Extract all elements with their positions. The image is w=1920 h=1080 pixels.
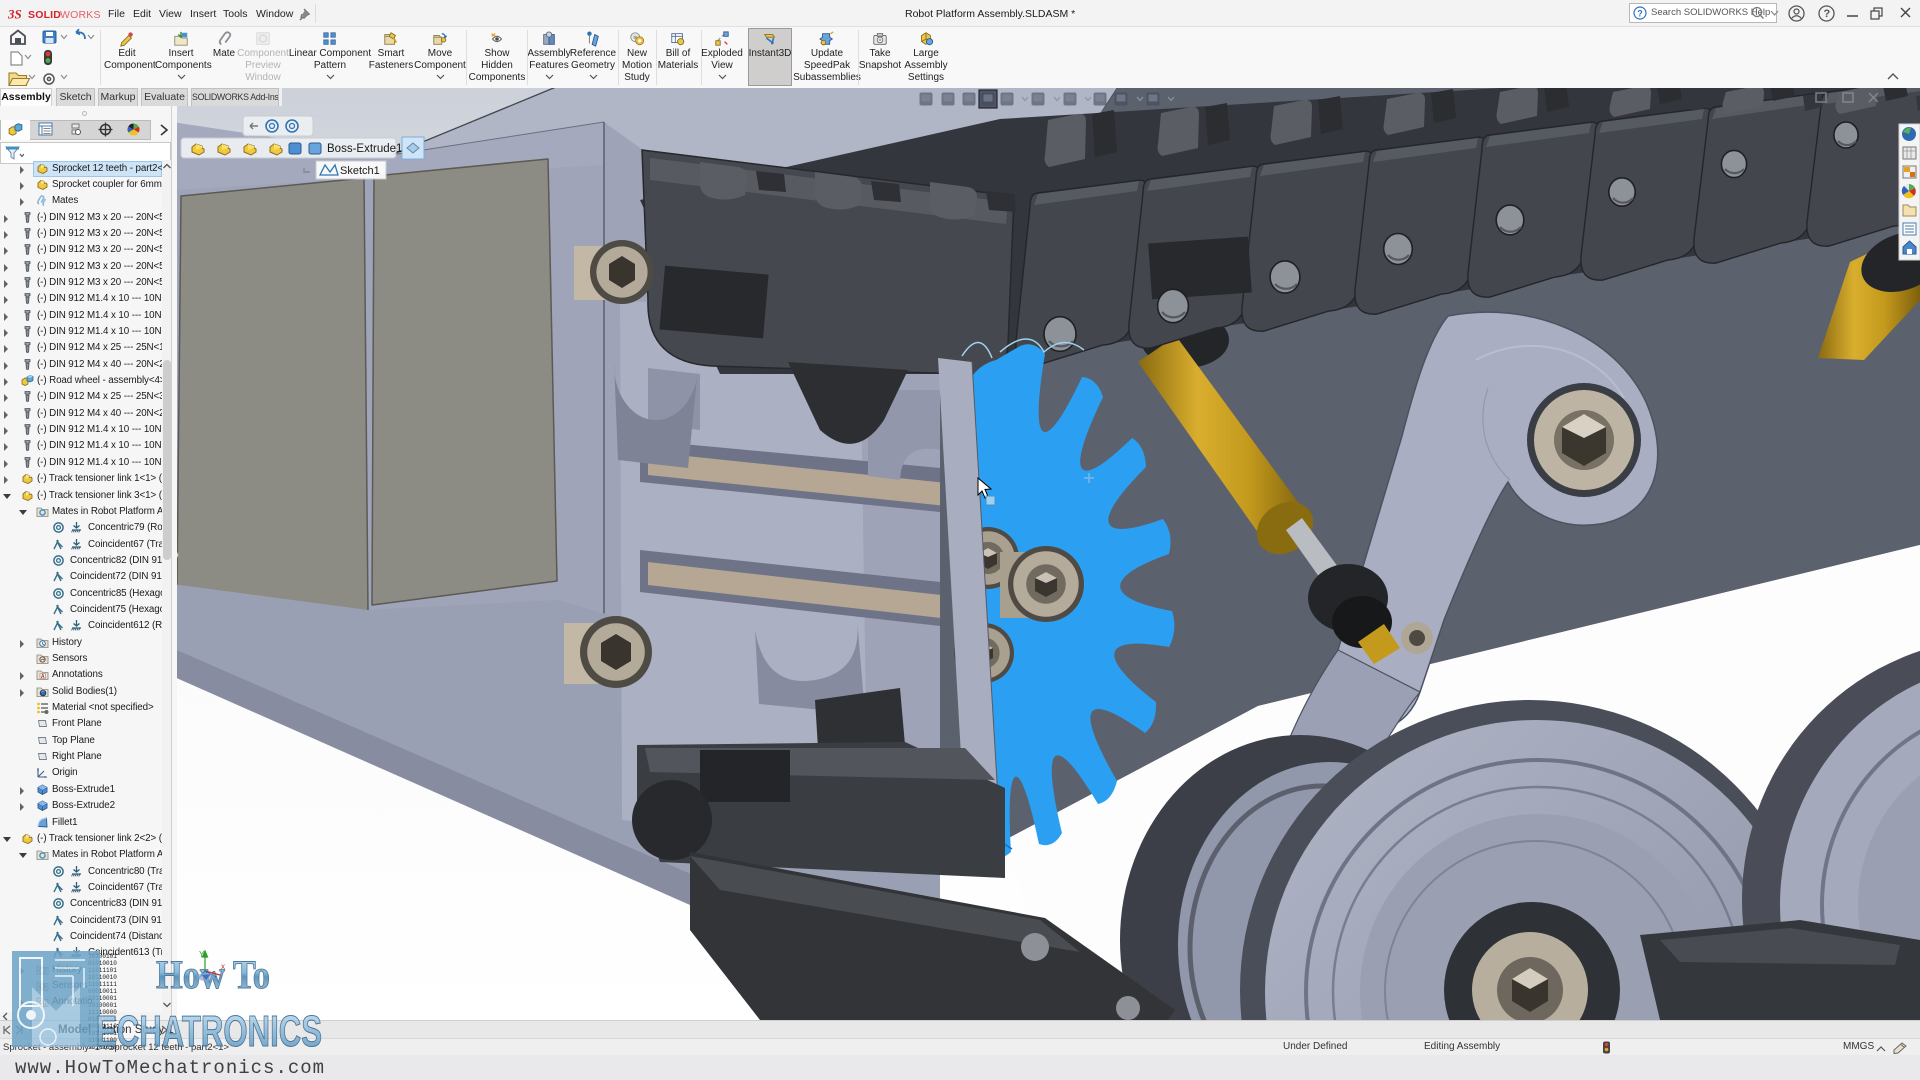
svg-text:?: ?	[1824, 8, 1831, 20]
svg-text:WORKS: WORKS	[60, 9, 101, 21]
svg-text:?: ?	[1637, 9, 1643, 19]
svg-text:Sketch1: Sketch1	[340, 165, 380, 177]
svg-text:SOLID: SOLID	[28, 9, 61, 21]
svg-text:A: A	[41, 1001, 45, 1007]
svg-text:A: A	[41, 674, 45, 680]
svg-text:3S: 3S	[8, 7, 22, 22]
svg-text:Boss-Extrude1: Boss-Extrude1	[327, 143, 402, 155]
